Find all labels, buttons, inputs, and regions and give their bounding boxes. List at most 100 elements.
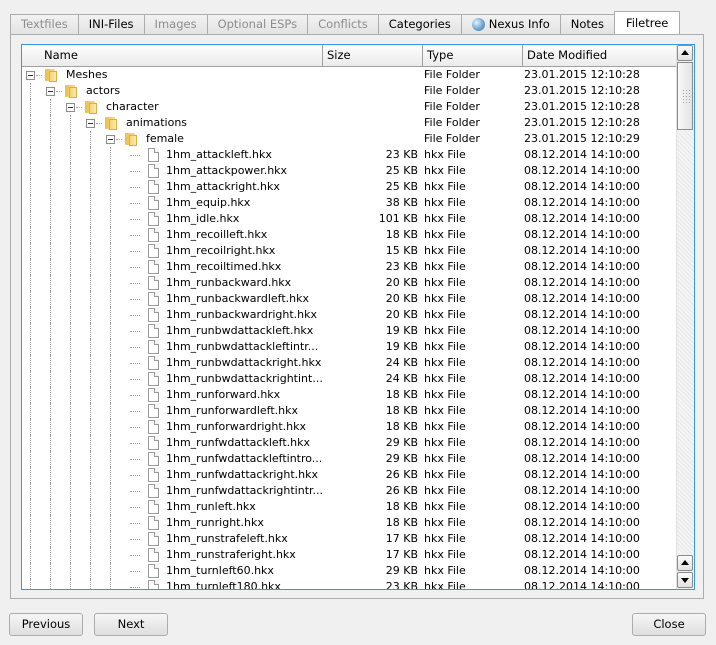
tree-file-row[interactable]: 1hm_recoilright.hkx 15 KB hkx File 08.12.20…	[22, 243, 677, 259]
tree-file-row[interactable]: 1hm_recoilleft.hkx 18 KB hkx File 08.12.201…	[22, 227, 677, 243]
tree-guide-line	[30, 243, 31, 259]
tree-folder-row[interactable]: Meshes File Folder 23.01.2015 12:10:28	[22, 67, 677, 83]
item-type: hkx File	[424, 308, 466, 321]
item-name: 1hm_idle.hkx	[166, 212, 240, 225]
column-header-name[interactable]: Name	[22, 45, 323, 67]
column-header-type[interactable]: Type	[423, 45, 523, 67]
tree-file-row[interactable]: 1hm_runfwdattackleftintro... 29 KB hkx Fil…	[22, 451, 677, 467]
item-name: female	[146, 132, 184, 145]
tree-folder-row[interactable]: female File Folder 23.01.2015 12:10:29	[22, 131, 677, 147]
tree-branch-line	[130, 155, 140, 156]
name-cell: 1hm_runleft.hkx	[22, 499, 321, 515]
collapse-icon[interactable]	[66, 103, 75, 112]
item-name: 1hm_runright.hkx	[166, 516, 264, 529]
file-tree-view[interactable]: Name Size Type Date Modified Meshes File …	[21, 44, 695, 590]
tree-file-row[interactable]: 1hm_runleft.hkx 18 KB hkx File 08.12.2014 1…	[22, 499, 677, 515]
scrollbar-thumb[interactable]	[677, 62, 693, 130]
tree-file-row[interactable]: 1hm_attackright.hkx 25 KB hkx File 08.12.20…	[22, 179, 677, 195]
tree-file-row[interactable]: 1hm_attackleft.hkx 23 KB hkx File 08.12.201…	[22, 147, 677, 163]
tree-guide-line	[70, 115, 71, 131]
item-name: 1hm_runbwdattackleftintr...	[166, 340, 319, 353]
tree-guide-line	[70, 467, 71, 483]
tree-file-row[interactable]: 1hm_runbackward.hkx 20 KB hkx File 08.12.20…	[22, 275, 677, 291]
tree-file-row[interactable]: 1hm_runstraferight.hkx 17 KB hkx File 08.12…	[22, 547, 677, 563]
tree-file-row[interactable]: 1hm_runfwdattackrightintr... 26 KB hkx Fil…	[22, 483, 677, 499]
collapse-icon[interactable]	[26, 71, 35, 80]
tree-file-row[interactable]: 1hm_runforwardleft.hkx 18 KB hkx File 08.12…	[22, 403, 677, 419]
tree-file-row[interactable]: 1hm_recoiltimed.hkx 23 KB hkx File 08.12.20…	[22, 259, 677, 275]
item-name: 1hm_equip.hkx	[166, 196, 251, 209]
tree-branch-line	[130, 315, 140, 316]
tree-file-row[interactable]: 1hm_turnleft180.hkx 23 KB hkx File 08.12.20…	[22, 579, 677, 589]
name-cell: female	[22, 131, 321, 147]
item-type: hkx File	[424, 228, 466, 241]
tree-branch-line	[130, 443, 140, 444]
tab-optional-esps[interactable]: Optional ESPs	[206, 14, 309, 34]
tree-guide-line	[90, 243, 91, 259]
tree-file-row[interactable]: 1hm_equip.hkx 38 KB hkx File 08.12.2014 14:…	[22, 195, 677, 211]
tree-folder-row[interactable]: character File Folder 23.01.2015 12:10:28	[22, 99, 677, 115]
tab-label: Optional ESPs	[217, 17, 298, 31]
tree-guide-line	[90, 211, 91, 227]
tree-file-row[interactable]: 1hm_idle.hkx 101 KB hkx File 08.12.2014 14:…	[22, 211, 677, 227]
tab-nexus-info[interactable]: Nexus Info	[460, 14, 561, 34]
tree-file-row[interactable]: 1hm_attackpower.hkx 25 KB hkx File 08.12.20…	[22, 163, 677, 179]
item-size: 101 KB	[378, 212, 418, 225]
tree-file-row[interactable]: 1hm_runbwdattackrightint... 24 KB hkx File…	[22, 371, 677, 387]
previous-button[interactable]: Previous	[9, 613, 83, 636]
tree-guide-line	[70, 515, 71, 531]
tree-file-row[interactable]: 1hm_runbwdattackleftintr... 19 KB hkx File…	[22, 339, 677, 355]
tab-ini-files[interactable]: INI-Files	[77, 14, 145, 34]
collapse-icon[interactable]	[86, 119, 95, 128]
tree-folder-row[interactable]: animations File Folder 23.01.2015 12:10:28	[22, 115, 677, 131]
close-button[interactable]: Close	[632, 613, 706, 636]
collapse-icon[interactable]	[46, 87, 55, 96]
tree-file-row[interactable]: 1hm_runbwdattackleft.hkx 19 KB hkx File 08.…	[22, 323, 677, 339]
collapse-icon[interactable]	[106, 135, 115, 144]
item-size: 20 KB	[385, 292, 418, 305]
tree-branch-line	[130, 347, 140, 348]
tree-branch-line	[130, 251, 140, 252]
tree-guide-line	[30, 579, 31, 589]
column-header-date-modified[interactable]: Date Modified	[523, 45, 677, 67]
tree-branch-line	[130, 587, 140, 588]
item-type: hkx File	[424, 244, 466, 257]
item-size: 24 KB	[385, 356, 418, 369]
tree-file-row[interactable]: 1hm_runbackwardright.hkx 20 KB hkx File 08.…	[22, 307, 677, 323]
tree-file-row[interactable]: 1hm_turnleft60.hkx 29 KB hkx File 08.12.201…	[22, 563, 677, 579]
tree-file-row[interactable]: 1hm_runfwdattackleft.hkx 29 KB hkx File 08.…	[22, 435, 677, 451]
tab-categories[interactable]: Categories	[377, 14, 462, 34]
tree-file-row[interactable]: 1hm_runright.hkx 18 KB hkx File 08.12.2014 …	[22, 515, 677, 531]
tree-file-row[interactable]: 1hm_runforwardright.hkx 18 KB hkx File 08.1…	[22, 419, 677, 435]
item-size: 18 KB	[385, 404, 418, 417]
tree-branch-line	[36, 75, 42, 76]
tree-file-row[interactable]: 1hm_runbwdattackright.hkx 24 KB hkx File 08…	[22, 355, 677, 371]
tab-textfiles[interactable]: Textfiles	[10, 14, 79, 34]
tab-filetree[interactable]: Filetree	[613, 11, 681, 34]
next-button[interactable]: Next	[94, 613, 168, 636]
tree-branch-line	[130, 187, 140, 188]
tab-notes[interactable]: Notes	[559, 14, 615, 34]
scroll-down-button[interactable]	[677, 572, 693, 588]
item-date-modified: 08.12.2014 14:10:00	[524, 548, 640, 561]
tree-guide-line	[50, 531, 51, 547]
tree-file-row[interactable]: 1hm_runstrafeleft.hkx 17 KB hkx File 08.12.…	[22, 531, 677, 547]
tree-guide-line	[30, 195, 31, 211]
name-cell: 1hm_runfwdattackleft.hkx	[22, 435, 321, 451]
item-type: hkx File	[424, 452, 466, 465]
column-header-size[interactable]: Size	[323, 45, 423, 67]
tab-conflicts[interactable]: Conflicts	[307, 14, 379, 34]
vertical-scrollbar[interactable]	[676, 45, 694, 589]
file-icon	[148, 356, 159, 370]
item-date-modified: 08.12.2014 14:10:00	[524, 148, 640, 161]
item-date-modified: 23.01.2015 12:10:28	[524, 100, 640, 113]
item-size: 18 KB	[385, 516, 418, 529]
tree-folder-row[interactable]: actors File Folder 23.01.2015 12:10:28	[22, 83, 677, 99]
item-type: hkx File	[424, 324, 466, 337]
tree-file-row[interactable]: 1hm_runfwdattackright.hkx 26 KB hkx File 08…	[22, 467, 677, 483]
tree-file-row[interactable]: 1hm_runforward.hkx 18 KB hkx File 08.12.201…	[22, 387, 677, 403]
scroll-up-button[interactable]	[677, 45, 693, 61]
tree-file-row[interactable]: 1hm_runbackwardleft.hkx 20 KB hkx File 08.1…	[22, 291, 677, 307]
tab-images[interactable]: Images	[143, 14, 208, 34]
scroll-page-up-button[interactable]	[677, 555, 693, 571]
